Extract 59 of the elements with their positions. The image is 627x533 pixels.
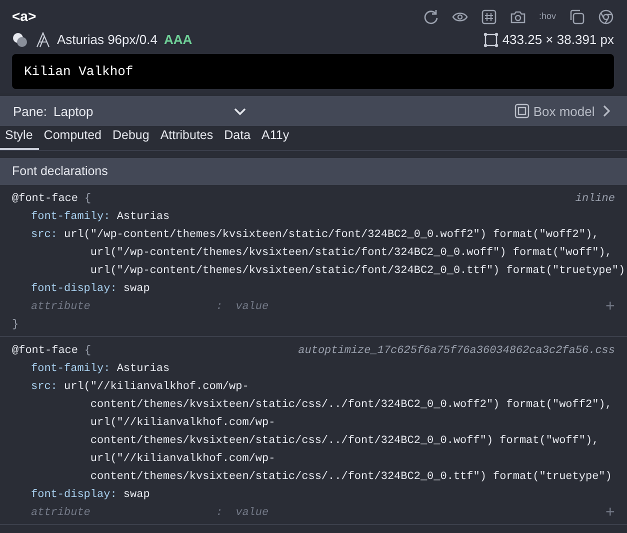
copy-icon[interactable] (569, 8, 585, 24)
brace: { (84, 192, 92, 207)
add-button[interactable]: + (605, 300, 615, 314)
text-preview: Kilian Valkhof (12, 54, 614, 90)
tab[interactable]: Debug (107, 126, 156, 150)
property-value: url("/wp-content/themes/kvsixteen/static/font/324BC2_0_0.woff") format("woff"), (90, 246, 613, 261)
selector: @font-face (12, 344, 78, 359)
separator: : (216, 300, 223, 315)
source-link[interactable]: autoptimize_17c625f6a75f76a36034862ca3c2fa56.css (298, 342, 615, 360)
contrast-rating: AAA (164, 31, 192, 50)
property-value: content/themes/kvsixteen/static/css/../font/324BC2_0_0.woff2") format("woff2"), (90, 398, 612, 413)
property-value: url("//kilianvalkhof.com/wp- (90, 452, 276, 467)
property-value: swap (123, 488, 150, 503)
property-value: Asturias (116, 210, 170, 225)
box-model-button[interactable]: Box model (514, 102, 614, 121)
property-value: url("/wp-content/themes/kvsixteen/static/font/324BC2_0_0.woff2") format("woff2"), (64, 228, 600, 243)
property-name: src: (31, 380, 58, 395)
attribute-field[interactable]: attribute (31, 504, 216, 522)
tab[interactable]: A11y (256, 126, 296, 150)
property-name: src: (31, 228, 58, 243)
property-name: font-display: (31, 282, 117, 297)
color-swatch-icon (12, 32, 28, 48)
property-value: content/themes/kvsixteen/static/css/../font/324BC2_0_0.ttf") format("truetype") (90, 470, 612, 485)
camera-icon[interactable] (510, 8, 526, 24)
tab[interactable]: Attributes (155, 126, 220, 150)
box-model-icon (514, 103, 530, 120)
hash-icon[interactable] (480, 8, 497, 24)
property-value: url("/wp-content/themes/kvsixteen/static/font/324BC2_0_0.ttf") format("truetype") (90, 264, 626, 279)
property-value: Asturias (116, 362, 170, 377)
pane-label: Pane: (13, 102, 47, 120)
value-field[interactable]: value (236, 298, 269, 316)
value-field[interactable]: value (236, 504, 269, 522)
add-button[interactable]: + (605, 506, 615, 520)
font-info: Asturias 96px/0.4 (57, 31, 158, 50)
hover-toggle[interactable]: :hov (538, 10, 556, 24)
property-name: font-display: (31, 488, 117, 503)
selector: @font-face (12, 192, 78, 207)
element-size: 433.25 × 38.391 px (502, 31, 614, 50)
property-name: font-family: (31, 362, 110, 377)
brace: } (12, 318, 20, 333)
element-tag: <a> (12, 6, 36, 27)
attribute-field[interactable]: attribute (31, 298, 216, 316)
brace: { (84, 344, 92, 359)
source-link[interactable]: inline (575, 190, 615, 208)
property-value: swap (123, 282, 150, 297)
pane-select[interactable]: Laptop (53, 102, 248, 121)
section-header: Font declarations (0, 158, 627, 185)
dimensions-icon (483, 32, 500, 48)
property-name: font-family: (31, 210, 110, 225)
separator: : (216, 506, 223, 521)
font-icon (34, 32, 50, 48)
property-value: url("//kilianvalkhof.com/wp- (90, 416, 276, 431)
refresh-icon[interactable] (422, 8, 439, 24)
tab[interactable]: Data (219, 126, 257, 150)
tab[interactable]: Computed (38, 126, 108, 150)
property-value: url("//kilianvalkhof.com/wp- (64, 380, 250, 395)
browser-icon[interactable] (598, 8, 614, 24)
tab[interactable]: Style (0, 126, 39, 150)
property-value: content/themes/kvsixteen/static/css/../font/324BC2_0_0.woff") format("woff"), (90, 434, 600, 449)
